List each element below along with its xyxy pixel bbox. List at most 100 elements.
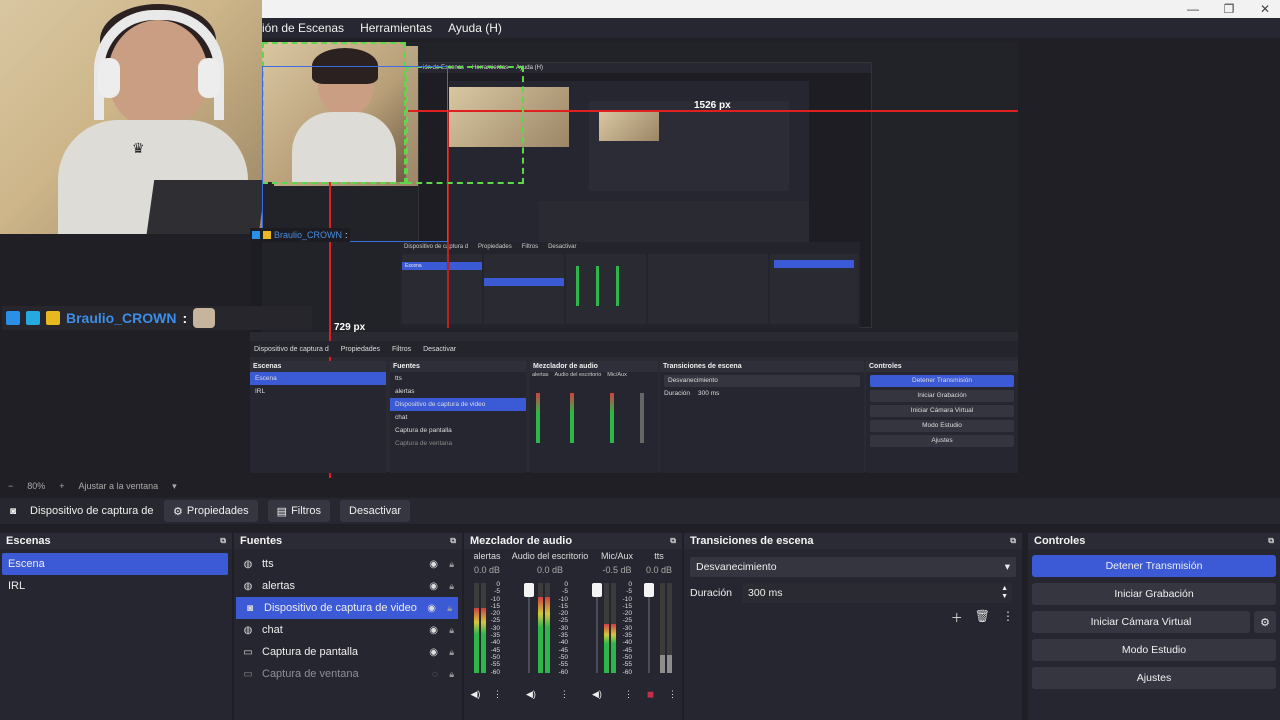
lock-icon[interactable]: 🔒︎ [447,603,452,614]
transition-select[interactable]: Desvanecimiento ▾ [690,557,1016,577]
speaker-icon[interactable]: ◀) [508,689,554,700]
lock-icon[interactable]: 🔒︎ [449,669,454,680]
spin-arrows-icon[interactable]: ▲ ▼ [1001,585,1008,601]
menu-help[interactable]: Ayuda (H) [448,21,502,35]
fader-knob[interactable] [524,583,534,597]
nested-mixer-dock: Mezclador de audio alertas Audio del esc… [530,361,658,473]
window-controls: — ❐ ✕ [1186,0,1272,18]
eye-icon[interactable]: ◉ [429,559,438,570]
lock-icon[interactable]: 🔒︎ [449,647,454,658]
nested-meter [596,266,599,306]
fit-window-label[interactable]: Ajustar a la ventana [79,481,159,491]
settings-button[interactable]: Ajustes [1032,667,1276,689]
nested-settings-button: Ajustes [870,435,1014,447]
nested-mixer [566,254,646,324]
source-item-window-capture[interactable]: ▭ Captura de ventana ◌ 🔒︎ [234,663,462,685]
undock-icon[interactable]: ⧉ [450,536,456,546]
source-item-chat[interactable]: ◍ chat ◉ 🔒︎ [234,619,462,641]
db-tick: 0 [564,581,568,588]
more-icon[interactable]: ⋮ [619,689,638,700]
close-icon[interactable]: ✕ [1258,2,1272,16]
maximize-icon[interactable]: ❐ [1222,2,1236,16]
sources-title: Fuentes [240,535,283,547]
level-meter-fill [667,655,672,673]
globe-icon: ◍ [243,624,253,636]
lock-icon[interactable]: 🔒︎ [449,581,454,592]
audio-mixer-dock: Mezclador de audio ⧉ alertas Audio del e… [464,532,682,720]
badge-icon [263,231,271,239]
properties-button[interactable]: ⚙ Propiedades [164,500,258,522]
chevron-down-icon[interactable]: ▾ [172,481,177,492]
db-tick: -60 [558,668,568,676]
scene-item-escena[interactable]: Escena [2,553,228,575]
nested-source-item: tts [395,375,402,382]
globe-icon: ◍ [243,580,253,592]
level-meter-fill [474,608,479,673]
headphone-right [198,58,220,98]
volume-fader[interactable] [524,583,534,673]
zoom-bar: − 80% + Ajustar a la ventana ▾ [0,478,1280,494]
level-meter [474,583,479,673]
eye-icon[interactable]: ◉ [429,581,438,592]
gear-icon[interactable]: ⚙ [1254,611,1276,633]
fader-knob[interactable] [644,583,654,597]
duration-label: Duración [690,587,733,599]
camera-icon: ◙ [246,602,254,614]
more-icon[interactable]: ⋮ [663,689,682,700]
zoom-in-button[interactable]: + [59,481,64,491]
source-item-screen-capture[interactable]: ▭ Captura de pantalla ◉ 🔒︎ [234,641,462,663]
db-tick: -45 [622,646,632,654]
mixer-channel-names: alertas Audio del escritorio Mic/Aux tts [464,549,682,563]
nested-source-item: chat [395,414,408,421]
source-label: Captura de ventana [262,668,359,680]
eye-icon[interactable]: ◉ [427,603,436,614]
source-item-tts[interactable]: ◍ tts ◉ 🔒︎ [234,553,462,575]
volume-fader[interactable] [644,583,654,673]
speaker-icon[interactable]: ◀) [575,689,619,700]
speaker-icon[interactable]: ◀) [464,689,487,700]
controls-dock-header: Controles ⧉ [1028,533,1280,549]
globe-icon: ◍ [243,558,253,570]
db-tick: -40 [558,639,568,647]
minimize-icon[interactable]: — [1186,2,1200,16]
undock-icon[interactable]: ⧉ [1010,536,1016,546]
nested-meter [610,393,614,443]
level-meter-fill [611,623,616,673]
filters-button[interactable]: ▤ Filtros [267,500,331,522]
lock-icon[interactable]: 🔒︎ [449,625,454,636]
more-icon[interactable]: ⋮ [487,689,508,700]
eye-icon[interactable]: ◉ [429,625,438,636]
menu-scene-collection[interactable]: ión de Escenas [262,21,344,35]
db-tick: -55 [558,661,568,669]
zoom-out-button[interactable]: − [8,481,13,491]
source-item-alertas[interactable]: ◍ alertas ◉ 🔒︎ [234,575,462,597]
stop-stream-button[interactable]: Detener Transmisión [1032,555,1276,577]
menu-tools[interactable]: Herramientas [360,21,432,35]
more-icon[interactable]: ⋮ [554,689,575,700]
studio-mode-button[interactable]: Modo Estudio [1032,639,1276,661]
monitor-icon: ▭ [243,646,253,658]
source-item-video-capture[interactable]: ◙ Dispositivo de captura de video ◉ 🔒︎ [236,597,458,619]
add-icon[interactable]: ＋ [951,609,963,626]
volume-fader[interactable] [592,583,602,673]
db-scale: 0 -5 -10 -15 -20 -25 -30 -35 -40 -45 -50 -55 -60 [556,581,568,676]
eye-icon[interactable]: ◉ [429,647,438,658]
scene-item-irl[interactable]: IRL [0,575,232,597]
duration-input[interactable]: 300 ms ▲ ▼ [742,583,1013,603]
fader-knob[interactable] [592,583,602,597]
start-virtual-cam-button[interactable]: Iniciar Cámara Virtual [1032,611,1250,633]
db-tick: -15 [622,602,632,610]
undock-icon[interactable]: ⧉ [1268,536,1274,546]
deactivate-button[interactable]: Desactivar [340,500,410,522]
filter-icon: ▤ [276,505,288,518]
db-tick: -40 [622,639,632,647]
undock-icon[interactable]: ⧉ [220,536,226,546]
lock-icon[interactable]: 🔒︎ [449,559,454,570]
trash-icon[interactable]: 🗑︎ [975,609,990,626]
scenes-title: Escenas [6,535,51,547]
eye-hidden-icon[interactable]: ◌ [432,669,438,680]
start-recording-button[interactable]: Iniciar Grabación [1032,583,1276,605]
undock-icon[interactable]: ⧉ [670,536,676,546]
muted-speaker-icon[interactable]: ◼ [638,689,663,700]
more-icon[interactable]: ⋮ [1002,609,1014,626]
